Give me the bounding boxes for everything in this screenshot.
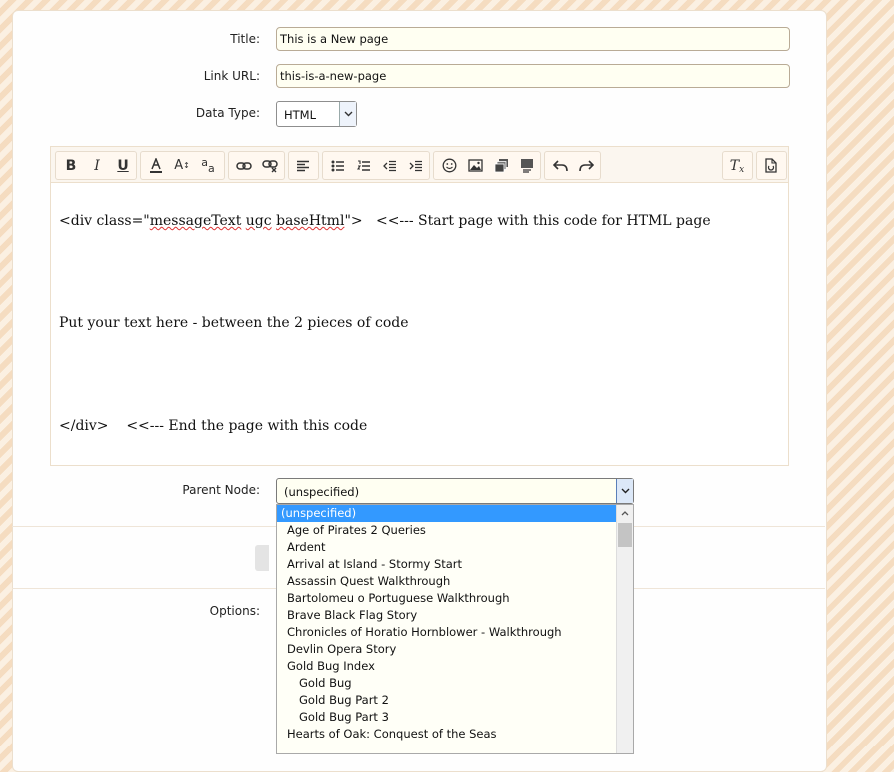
rich-text-editor[interactable]: B I U A ↕ aa T x <div class="messageText… [50, 146, 789, 466]
toolbar-group-lists [322, 151, 430, 180]
data-type-label: Data Type: [195, 106, 260, 120]
redo-icon[interactable] [573, 152, 599, 179]
link-url-label: Link URL: [203, 69, 260, 83]
indent-icon[interactable] [403, 152, 429, 179]
toolbar-group-insert [433, 151, 541, 180]
remove-format-icon[interactable]: Tx [724, 152, 750, 179]
link-url-input[interactable]: this-is-a-new-page [276, 64, 790, 88]
editor-line-end: </div> <<--- End the page with this code [59, 418, 368, 434]
spellcheck-word: baseHtml [276, 213, 345, 229]
font-size-icon[interactable]: A ↕ [169, 152, 195, 179]
font-family-icon[interactable]: aa [195, 152, 221, 179]
toolbar-group-bbcode [756, 151, 787, 180]
link-icon[interactable] [231, 152, 257, 179]
scrollbar[interactable] [616, 505, 633, 753]
underline-icon[interactable]: U [110, 152, 136, 179]
dropdown-option[interactable]: Gold Bug Part 3 [277, 709, 617, 726]
scroll-up-icon[interactable] [617, 505, 633, 521]
dropdown-option[interactable]: (unspecified) [277, 505, 617, 522]
align-icon[interactable] [290, 152, 316, 179]
dropdown-option[interactable]: Hearts of Oak: Conquest of the Seas [277, 726, 617, 743]
spellcheck-word: ugc [245, 213, 272, 229]
dropdown-option[interactable]: Devlin Opera Story [277, 641, 617, 658]
options-label: Options: [209, 604, 260, 618]
data-type-value: HTML [284, 108, 317, 122]
dropdown-option[interactable]: Age of Pirates 2 Queries [277, 522, 617, 539]
toolbar-group-align [288, 151, 319, 180]
numbered-list-icon[interactable] [351, 152, 377, 179]
parent-node-value: (unspecified) [284, 485, 360, 499]
editor-toolbar: B I U A ↕ aa T x [51, 147, 788, 183]
editor-line-middle: Put your text here - between the 2 piece… [59, 315, 409, 331]
scrollbar-thumb[interactable] [618, 523, 632, 547]
bullet-list-icon[interactable] [325, 152, 351, 179]
parent-node-select[interactable]: (unspecified) [276, 478, 634, 504]
unlink-icon[interactable] [257, 152, 283, 179]
media-icon[interactable] [488, 152, 514, 179]
title-label: Title: [230, 32, 260, 46]
toolbar-group-format: Tx [722, 151, 753, 180]
dropdown-option[interactable]: Chronicles of Horatio Hornblower - Walkt… [277, 624, 617, 641]
data-type-select[interactable]: HTML [276, 101, 357, 127]
image-icon[interactable] [462, 152, 488, 179]
chevron-down-icon[interactable] [616, 479, 633, 503]
toolbar-group-history [544, 151, 601, 180]
editor-text: <div class=" [59, 213, 150, 229]
dropdown-option[interactable]: Gold Bug Index [277, 658, 617, 675]
text-color-icon[interactable] [143, 152, 169, 179]
bold-icon[interactable]: B [58, 152, 84, 179]
dropdown-option[interactable]: Arrival at Island - Stormy Start [277, 556, 617, 573]
title-input[interactable]: This is a New page [276, 27, 790, 51]
dropdown-option[interactable]: Brave Black Flag Story [277, 607, 617, 624]
outdent-icon[interactable] [377, 152, 403, 179]
dropdown-option[interactable]: Assassin Quest Walkthrough [277, 573, 617, 590]
toolbar-group-link [228, 151, 285, 180]
chevron-down-icon[interactable] [339, 102, 356, 126]
smilie-icon[interactable] [436, 152, 462, 179]
toolbar-group-font: A ↕ aa [140, 151, 225, 180]
toolbar-group-basic: B I U [55, 151, 137, 180]
editor-text: "> <<--- Start page with this code for H… [344, 213, 711, 229]
parent-node-label: Parent Node: [182, 483, 260, 497]
spellcheck-word: messageText [149, 213, 242, 229]
dropdown-option[interactable]: Gold Bug Part 2 [277, 692, 617, 709]
dropdown-option[interactable]: Ardent [277, 539, 617, 556]
button-edge[interactable] [255, 545, 269, 571]
dropdown-option[interactable]: Gold Bug [277, 675, 617, 692]
dropdown-option[interactable]: Bartolomeu o Portuguese Walkthrough [277, 590, 617, 607]
undo-icon[interactable] [547, 152, 573, 179]
italic-icon[interactable]: I [84, 152, 110, 179]
quote-icon[interactable] [514, 152, 540, 179]
editor-line-start: <div class="messageText ugc baseHtml"> <… [59, 213, 711, 229]
toggle-bbcode-icon[interactable] [758, 152, 784, 179]
parent-node-dropdown-list[interactable]: (unspecified) Age of Pirates 2 Queries Ard… [276, 504, 634, 754]
